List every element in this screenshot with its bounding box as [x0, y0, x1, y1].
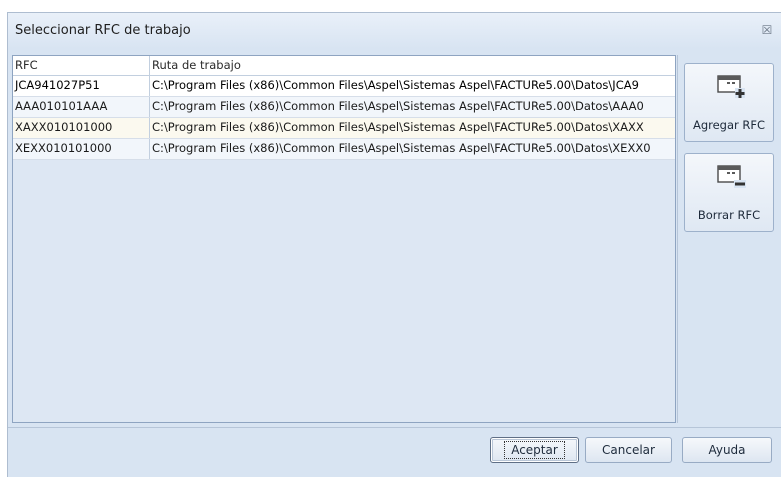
- help-label: Ayuda: [708, 443, 746, 457]
- close-icon[interactable]: ☒: [759, 22, 775, 38]
- column-header-ruta[interactable]: Ruta de trabajo: [150, 56, 675, 75]
- grid-header: RFC Ruta de trabajo: [13, 56, 675, 76]
- dialog-footer: Aceptar Cancelar Ayuda: [8, 427, 781, 479]
- title-bar: Seleccionar RFC de trabajo ☒: [8, 13, 781, 49]
- accept-label: Aceptar: [504, 441, 565, 459]
- ruta-cell: C:\Program Files (x86)\Common Files\Aspe…: [152, 99, 644, 113]
- dialog-title: Seleccionar RFC de trabajo: [15, 23, 191, 38]
- table-row[interactable]: XAXX010101000 C:\Program Files (x86)\Com…: [13, 118, 675, 139]
- cancel-button[interactable]: Cancelar: [585, 437, 672, 463]
- table-row[interactable]: AAA010101AAA C:\Program Files (x86)\Comm…: [13, 97, 675, 118]
- rfc-cell: AAA010101AAA: [13, 97, 150, 117]
- rfc-cell: XAXX010101000: [13, 118, 150, 138]
- ruta-cell: C:\Program Files (x86)\Common Files\Aspe…: [152, 141, 651, 155]
- window-add-icon: [717, 75, 745, 98]
- rfc-grid: RFC Ruta de trabajo JCA941027P51 C:\Prog…: [12, 55, 676, 423]
- ruta-cell: C:\Program Files (x86)\Common Files\Aspe…: [152, 120, 644, 134]
- table-row[interactable]: JCA941027P51 C:\Program Files (x86)\Comm…: [13, 76, 675, 97]
- add-rfc-button[interactable]: Agregar RFC: [684, 63, 774, 142]
- table-row[interactable]: XEXX010101000 C:\Program Files (x86)\Com…: [13, 139, 675, 160]
- select-rfc-dialog: Seleccionar RFC de trabajo ☒ RFC Ruta de…: [7, 12, 781, 477]
- ruta-cell: C:\Program Files (x86)\Common Files\Aspe…: [152, 78, 639, 92]
- column-header-rfc[interactable]: RFC: [13, 56, 150, 75]
- accept-button[interactable]: Aceptar: [490, 437, 579, 463]
- delete-rfc-button[interactable]: Borrar RFC: [684, 153, 774, 232]
- side-panel: Agregar RFC Borrar RFC: [677, 55, 779, 423]
- rfc-cell: JCA941027P51: [13, 76, 150, 96]
- window-remove-icon: [717, 165, 746, 188]
- rfc-cell: XEXX010101000: [13, 139, 150, 159]
- cancel-label: Cancelar: [602, 443, 655, 457]
- add-rfc-label: Agregar RFC: [692, 118, 766, 132]
- help-button[interactable]: Ayuda: [682, 437, 772, 463]
- delete-rfc-label: Borrar RFC: [697, 208, 761, 222]
